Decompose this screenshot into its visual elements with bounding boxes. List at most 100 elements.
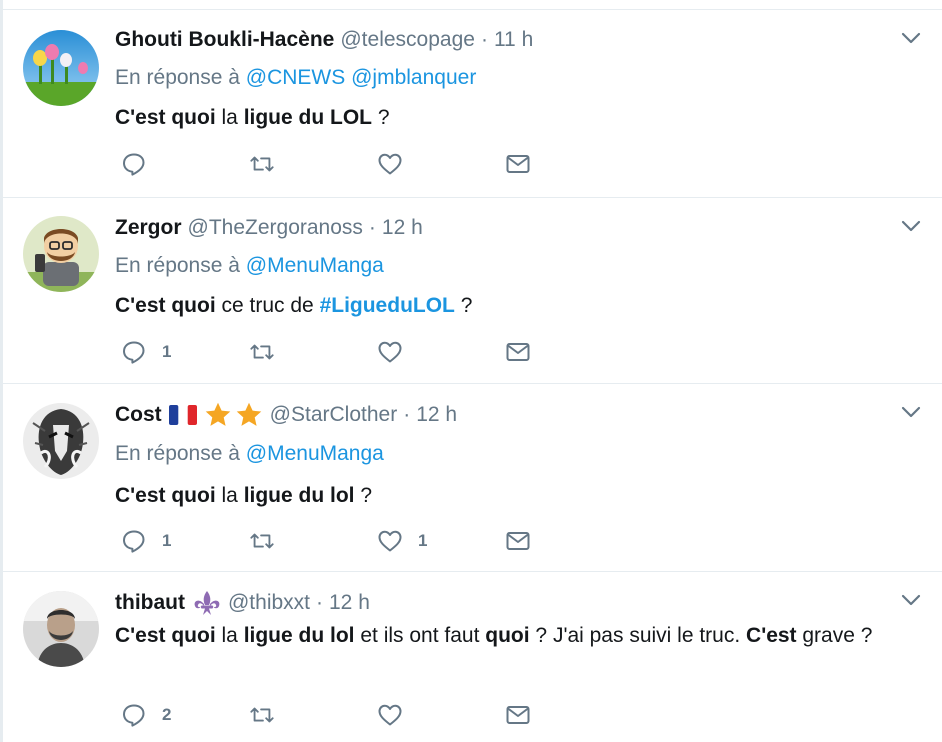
- hashtag-link[interactable]: #LigueduLOL: [320, 294, 455, 317]
- text-bold: C'est quoi: [115, 294, 216, 317]
- tweet[interactable]: thibaut @thibxxt · 12 h C'est quoi la li…: [3, 572, 942, 742]
- tweet-header: Cost @StarClother · 12 h: [115, 401, 922, 429]
- separator-dot: ·: [403, 403, 411, 426]
- retweet-icon: [250, 707, 274, 723]
- reply-button[interactable]: 1: [121, 337, 249, 367]
- mention-link[interactable]: @CNEWS: [246, 66, 345, 89]
- tweet[interactable]: Cost @StarClother · 12 h En réponse à @M…: [3, 384, 942, 572]
- text-plain: la: [215, 484, 244, 507]
- tweet-header: thibaut @thibxxt · 12 h: [115, 589, 922, 617]
- tweet-header: Ghouti Boukli-Hacène @telescopage · 11 h: [115, 27, 922, 53]
- text-bold: ligue du LOL: [243, 106, 373, 129]
- tweet-text: C'est quoi la ligue du lol ?: [115, 481, 922, 511]
- heart-icon: [378, 704, 402, 726]
- text-plain: la: [215, 624, 244, 647]
- retweet-button[interactable]: [249, 149, 377, 179]
- tweet-text: C'est quoi la ligue du lol et ils ont fa…: [115, 621, 922, 651]
- text-plain: ? J'ai pas suivi le truc.: [529, 624, 747, 647]
- reply-prefix: En réponse à: [115, 442, 240, 465]
- reply-prefix: En réponse à: [115, 66, 240, 89]
- tweet-time[interactable]: 12 h: [382, 215, 423, 241]
- author-name[interactable]: Zergor: [115, 215, 182, 241]
- mention-link[interactable]: @jmblanquer: [351, 66, 476, 89]
- reply-prefix: En réponse à: [115, 254, 240, 277]
- text-bold: C'est quoi: [115, 624, 216, 647]
- text-plain: ?: [372, 106, 390, 129]
- text-bold: ligue du lol: [243, 624, 355, 647]
- star-icon: [205, 402, 230, 426]
- retweet-button[interactable]: [249, 337, 377, 367]
- tweet-time[interactable]: 12 h: [329, 590, 370, 616]
- tweet-text: C'est quoi ce truc de #LigueduLOL ?: [115, 291, 922, 321]
- chevron-down-icon[interactable]: [900, 215, 922, 237]
- text-plain: ?: [454, 294, 473, 317]
- heart-icon: [378, 153, 402, 175]
- profile-badges: [168, 401, 264, 429]
- mention-link[interactable]: @MenuManga: [246, 442, 384, 465]
- text-plain: ?: [354, 484, 373, 507]
- author-name[interactable]: thibaut: [115, 590, 185, 616]
- sketch-avatar: [23, 403, 99, 479]
- like-count: 1: [418, 531, 428, 550]
- like-button[interactable]: [377, 700, 505, 730]
- author-handle[interactable]: @telescopage: [340, 27, 475, 53]
- retweet-icon: [250, 533, 274, 549]
- like-button[interactable]: [377, 337, 505, 367]
- tweet-actions: 2: [121, 700, 633, 730]
- feed-top-divider: [3, 0, 942, 10]
- reply-icon: [123, 704, 145, 727]
- avatar[interactable]: [23, 216, 99, 292]
- reply-icon: [123, 341, 145, 364]
- chevron-down-icon[interactable]: [900, 27, 922, 49]
- tweet-actions: 1: [121, 337, 633, 367]
- text-bold: quoi: [485, 624, 530, 647]
- profile-badges: [192, 589, 222, 617]
- tweet-time[interactable]: 11 h: [494, 27, 533, 53]
- tweet-text: C'est quoi la ligue du LOL ?: [115, 103, 922, 133]
- reply-count: 1: [162, 531, 172, 550]
- tweet-actions: [121, 149, 633, 179]
- retweet-button[interactable]: [249, 526, 377, 556]
- cartoon-avatar: [23, 216, 99, 292]
- avatar[interactable]: [23, 591, 99, 667]
- retweet-button[interactable]: [249, 700, 377, 730]
- direct-message-button[interactable]: [505, 526, 633, 556]
- avatar[interactable]: [23, 30, 99, 106]
- envelope-icon: [506, 532, 530, 550]
- tweet-time[interactable]: 12 h: [416, 402, 457, 428]
- direct-message-button[interactable]: [505, 337, 633, 367]
- reply-button[interactable]: 2: [121, 700, 249, 730]
- heart-icon: [378, 530, 402, 552]
- retweet-icon: [250, 156, 274, 172]
- direct-message-button[interactable]: [505, 700, 633, 730]
- tweet[interactable]: Ghouti Boukli-Hacène @telescopage · 11 h…: [3, 10, 942, 198]
- reply-context: En réponse à @CNEWS @jmblanquer: [115, 65, 922, 91]
- tweet-actions: 1 1: [121, 526, 633, 556]
- author-handle[interactable]: @StarClother: [270, 402, 398, 428]
- tweet[interactable]: Zergor @TheZergoranoss · 12 h En réponse…: [3, 198, 942, 384]
- text-bold: C'est: [746, 624, 797, 647]
- heart-icon: [378, 341, 402, 363]
- text-plain: grave ?: [796, 624, 873, 647]
- like-button[interactable]: 1: [377, 526, 505, 556]
- chevron-down-icon[interactable]: [900, 401, 922, 423]
- text-bold: C'est quoi: [115, 106, 216, 129]
- tweet-feed: Ghouti Boukli-Hacène @telescopage · 11 h…: [0, 0, 942, 742]
- avatar[interactable]: [23, 403, 99, 479]
- separator-dot: ·: [480, 28, 488, 51]
- chevron-down-icon[interactable]: [900, 589, 922, 611]
- reply-button[interactable]: [121, 149, 249, 179]
- like-button[interactable]: [377, 149, 505, 179]
- tulips-avatar: [23, 30, 99, 106]
- author-handle[interactable]: @TheZergoranoss: [188, 215, 363, 241]
- reply-count: 2: [162, 705, 172, 724]
- french-flag-icon: [168, 405, 197, 425]
- direct-message-button[interactable]: [505, 149, 633, 179]
- mention-link[interactable]: @MenuManga: [246, 254, 384, 277]
- author-handle[interactable]: @thibxxt: [228, 590, 310, 616]
- reply-button[interactable]: 1: [121, 526, 249, 556]
- separator-dot: ·: [316, 591, 323, 614]
- author-name[interactable]: Cost: [115, 402, 162, 428]
- author-name[interactable]: Ghouti Boukli-Hacène: [115, 27, 334, 53]
- fleur-de-lis-icon: [194, 591, 220, 615]
